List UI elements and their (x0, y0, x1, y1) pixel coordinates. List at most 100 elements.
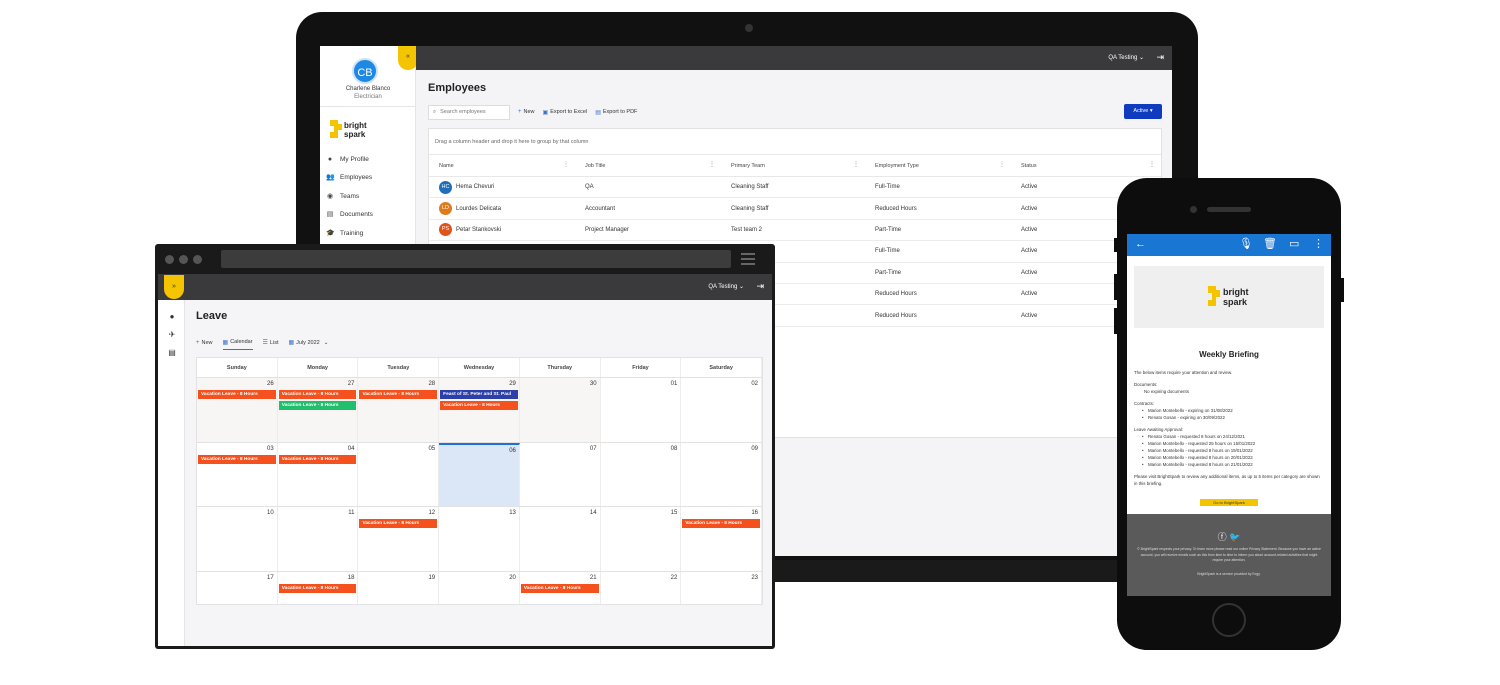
calendar-day[interactable]: 16 Vacation Leave - 8 Hours (681, 507, 763, 571)
collapse-sidebar-button[interactable]: « (398, 46, 418, 70)
list-view-tab[interactable]: ☰ List (263, 339, 279, 349)
grid-header: Name ⋮ Job Title ⋮ Primary Team ⋮ Employment T… (429, 155, 1161, 177)
table-row[interactable]: PS Petar Stankovski Project Manager Test te… (429, 220, 1161, 242)
calendar-day[interactable]: 08 (601, 442, 682, 507)
calendar-day[interactable]: 28 Vacation Leave - 8 Hours (358, 378, 440, 442)
address-bar[interactable] (221, 250, 731, 268)
calendar-view-tab[interactable]: ▦ Calendar (222, 339, 253, 350)
logout-icon[interactable]: ⇥ (756, 281, 764, 292)
account-switcher[interactable]: QA Testing ⌄ (1108, 54, 1144, 61)
calendar-day[interactable]: 09 (681, 442, 763, 507)
calendar-day[interactable]: 14 (520, 507, 601, 571)
calendar-day[interactable]: 03 Vacation Leave - 8 Hours (197, 442, 278, 507)
new-employee-button[interactable]: + New (518, 109, 535, 115)
calendar-icon: ▦ (288, 340, 295, 346)
calendar-day[interactable]: 15 (601, 507, 682, 571)
column-menu-icon[interactable]: ⋮ (853, 161, 859, 168)
back-arrow-icon[interactable]: ← (1135, 238, 1146, 250)
list-item: Renato Gosan - expiring on 30/09/2022 (1134, 414, 1324, 421)
svg-text:spark: spark (1223, 297, 1248, 307)
export-excel-button[interactable]: ▣ Export to Excel (543, 109, 588, 116)
leave-event[interactable]: Vacation Leave - 8 Hours (198, 454, 276, 464)
browser-menu-icon[interactable] (741, 253, 755, 268)
twitter-icon[interactable]: 🐦 (1229, 532, 1240, 542)
calendar-day[interactable]: 22 (601, 571, 682, 606)
expand-sidebar-button[interactable]: » (164, 275, 184, 299)
calendar-day[interactable]: 01 (601, 378, 682, 442)
leave-approval-list: Renato Gosan - requested 8 hours on 24/1… (1134, 433, 1324, 468)
calendar-day[interactable]: 05 (358, 442, 440, 507)
table-row[interactable]: LD Lourdes Delicata Accountant Cleaning Sta… (429, 198, 1161, 220)
facebook-icon[interactable]: ⓕ (1218, 532, 1227, 542)
avatar[interactable]: CB (352, 58, 378, 84)
window-minimize-dot[interactable] (179, 255, 188, 264)
leave-event[interactable]: Vacation Leave - 8 Hours (278, 454, 357, 464)
calendar-day[interactable]: 19 (358, 571, 440, 606)
logout-icon[interactable]: ⇥ (1156, 52, 1164, 63)
calendar-day[interactable]: 11 (278, 507, 359, 571)
leave-event[interactable]: Vacation Leave - 8 Hours (278, 583, 357, 593)
holiday-event[interactable]: Feast of St. Peter and St. Paul (440, 390, 518, 399)
window-maximize-dot[interactable] (193, 255, 202, 264)
column-header-name[interactable]: Name ⋮ (429, 155, 575, 176)
person-icon[interactable]: ● (167, 312, 177, 322)
employees-toolbar: ⌕ Search employees + New ▣ Export to Excel … (428, 104, 637, 120)
document-icon[interactable]: ▤ (167, 348, 177, 358)
graduation-cap-icon: 🎓 (326, 229, 335, 237)
calendar-day[interactable]: 29 Feast of St. Peter and St. Paul Vacatio… (439, 378, 520, 442)
sidebar-item-documents[interactable]: ▤ Documents (326, 206, 412, 224)
status-filter-dropdown[interactable]: Active ▾ (1124, 104, 1162, 119)
calendar-day[interactable]: 12 Vacation Leave - 8 Hours (358, 507, 440, 571)
calendar-day[interactable]: 07 (520, 442, 601, 507)
archive-icon[interactable]: ▭ (1289, 238, 1299, 250)
column-header-employment-type[interactable]: Employment Type ⋮ (865, 155, 1011, 176)
leave-event[interactable]: Vacation Leave - 8 Hours (198, 390, 276, 399)
trash-icon[interactable]: 🗑 (1263, 238, 1277, 250)
calendar-day[interactable]: 26 Vacation Leave - 8 Hours (197, 378, 278, 442)
window-close-dot[interactable] (165, 255, 174, 264)
calendar-day[interactable]: 04 Vacation Leave - 8 Hours (278, 442, 359, 507)
export-pdf-button[interactable]: ▤ Export to PDF (595, 109, 637, 116)
leave-event[interactable]: Vacation Leave - 8 Hours (359, 519, 438, 529)
column-header-job-title[interactable]: Job Title ⋮ (575, 155, 721, 176)
sidebar-item-teams[interactable]: ◉ Teams (326, 187, 412, 205)
go-to-brightspark-button[interactable]: Go to BrightSpark (1200, 499, 1258, 506)
calendar-day[interactable]: 10 (197, 507, 278, 571)
table-row[interactable]: HC Hema Chevuri QA Cleaning Staff Full-Time A… (429, 177, 1161, 199)
account-switcher[interactable]: QA Testing ⌄ (708, 283, 744, 290)
column-header-primary-team[interactable]: Primary Team ⋮ (721, 155, 865, 176)
leave-event[interactable]: Vacation Leave - 8 Hours (682, 519, 761, 529)
column-menu-icon[interactable]: ⋮ (709, 161, 715, 168)
calendar-day-today[interactable]: 06 (439, 442, 520, 507)
calendar-day[interactable]: 18 Vacation Leave - 8 Hours (278, 571, 359, 606)
microphone-icon[interactable]: 🎙 (1239, 238, 1253, 250)
leave-event[interactable]: Vacation Leave - 8 Hours (520, 583, 599, 593)
new-leave-button[interactable]: + New (196, 340, 213, 349)
calendar-day[interactable]: 20 (439, 571, 520, 606)
calendar-day[interactable]: 23 (681, 571, 763, 606)
home-button[interactable] (1212, 603, 1246, 637)
column-header-status[interactable]: Status ⋮ (1011, 155, 1161, 176)
sidebar-item-employees[interactable]: 👥 Employees (326, 169, 412, 187)
column-menu-icon[interactable]: ⋮ (999, 161, 1005, 168)
leave-event[interactable]: Vacation Leave - 8 Hours (440, 401, 518, 410)
column-menu-icon[interactable]: ⋮ (563, 161, 569, 168)
calendar-day[interactable]: 17 (197, 571, 278, 606)
cell-type: Part-Time (875, 269, 902, 276)
more-vertical-icon[interactable]: ⋮ (1313, 238, 1324, 250)
search-input[interactable]: ⌕ Search employees (428, 104, 510, 120)
leave-event[interactable]: Vacation Leave - 8 Hours (359, 390, 438, 399)
calendar-day[interactable]: 30 (519, 378, 601, 442)
leave-event[interactable]: Vacation Leave - 8 Hours (278, 390, 357, 399)
month-picker[interactable]: ▦ July 2022 ⌄ (288, 339, 328, 349)
airplane-icon[interactable]: ✈ (167, 330, 177, 340)
leave-event[interactable]: Vacation Leave - 8 Hours (278, 401, 357, 410)
calendar-day[interactable]: 13 (439, 507, 520, 571)
teams-icon: ◉ (326, 192, 334, 200)
sidebar-item-my-profile[interactable]: ● My Profile (326, 150, 412, 168)
sidebar-item-training[interactable]: 🎓 Training (326, 224, 412, 242)
calendar-day[interactable]: 21 Vacation Leave - 8 Hours (520, 571, 601, 606)
calendar-day[interactable]: 27 Vacation Leave - 8 Hours Vacation Leave… (277, 378, 359, 442)
column-menu-icon[interactable]: ⋮ (1149, 161, 1155, 168)
calendar-day[interactable]: 02 (681, 378, 763, 442)
